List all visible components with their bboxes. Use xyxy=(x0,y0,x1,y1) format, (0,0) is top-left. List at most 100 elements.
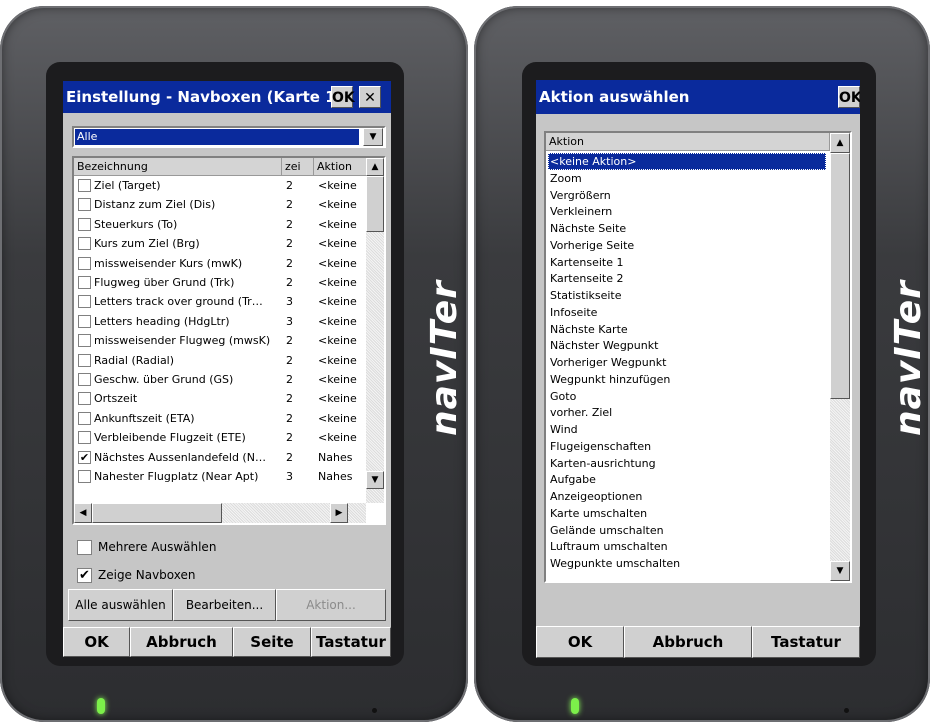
row-zei: 2 xyxy=(286,217,293,231)
table-row[interactable]: Letters heading (HdgLtr) 3 <keine xyxy=(74,312,366,331)
list-item[interactable]: Gelände umschalten xyxy=(548,522,826,539)
list-item[interactable]: Statistikseite xyxy=(548,287,826,304)
scroll-down-icon[interactable]: ▼ xyxy=(366,471,384,489)
row-checkbox[interactable] xyxy=(78,334,91,348)
list-item[interactable]: Wind xyxy=(548,421,826,438)
cancel-button[interactable]: Abbruch xyxy=(624,626,752,658)
list-item[interactable]: Infoseite xyxy=(548,304,826,321)
cancel-button[interactable]: Abbruch xyxy=(130,627,233,657)
horizontal-scroll-thumb[interactable] xyxy=(92,503,222,523)
row-checkbox[interactable] xyxy=(78,276,91,289)
table-row[interactable]: Steuerkurs (To) 2 <keine xyxy=(74,215,366,234)
show-navboxes-box[interactable]: ✔ xyxy=(77,568,92,583)
list-item[interactable]: <keine Aktion> xyxy=(548,153,826,170)
list-horizontal-scrollbar[interactable]: ◀ ▶ xyxy=(74,503,366,523)
list-item[interactable]: Wegpunkt hinzufügen xyxy=(548,371,826,388)
row-checkbox[interactable] xyxy=(78,237,91,251)
ok-button[interactable]: OK xyxy=(536,626,624,658)
list-item[interactable]: Verkleinern xyxy=(548,203,826,220)
list-item[interactable]: Kartenseite 2 xyxy=(548,270,826,287)
show-navboxes-checkbox[interactable]: ✔ Zeige Navboxen xyxy=(75,565,275,587)
action-button[interactable]: Aktion... xyxy=(276,589,386,621)
scroll-thumb[interactable] xyxy=(830,153,850,399)
list-vertical-scrollbar[interactable]: ▲ ▼ xyxy=(830,133,850,581)
list-item[interactable]: Goto xyxy=(548,388,826,405)
list-item[interactable]: Kartenseite 1 xyxy=(548,254,826,271)
titlebar-ok-button[interactable]: OK xyxy=(838,86,860,108)
table-row[interactable]: Kurs zum Ziel (Brg) 2 <keine xyxy=(74,234,366,253)
dropdown-arrow-icon[interactable]: ▼ xyxy=(363,128,383,146)
row-checkbox[interactable] xyxy=(78,295,91,309)
row-checkbox[interactable] xyxy=(78,314,91,328)
column-header-zei[interactable]: zei xyxy=(282,158,314,176)
power-led xyxy=(571,698,579,714)
action-list[interactable]: Aktion <keine Aktion> Zoom Vergrößern Verkl… xyxy=(544,131,852,583)
table-row[interactable]: missweisender Flugweg (mwsK) 2 <keine xyxy=(74,331,366,350)
row-zei: 2 xyxy=(286,392,293,406)
list-item[interactable]: Luftraum umschalten xyxy=(548,538,826,555)
table-row[interactable]: ✔ Nächstes Aussenlandefeld (N… 2 Nahes xyxy=(74,448,366,467)
column-header-aktion[interactable]: Aktion xyxy=(314,158,366,176)
multi-select-checkbox[interactable]: Mehrere Auswählen xyxy=(75,537,275,559)
list-item[interactable]: Vorherige Seite xyxy=(548,237,826,254)
table-row[interactable]: Distanz zum Ziel (Dis) 2 <keine xyxy=(74,195,366,214)
column-header-aktion[interactable]: Aktion xyxy=(546,133,830,151)
row-checkbox[interactable] xyxy=(78,217,91,231)
table-row[interactable]: Ziel (Target) 2 <keine xyxy=(74,176,366,195)
edit-button[interactable]: Bearbeiten... xyxy=(173,589,276,621)
row-checkbox[interactable] xyxy=(78,179,91,192)
scroll-thumb[interactable] xyxy=(366,176,384,232)
row-checkbox[interactable] xyxy=(78,470,91,483)
row-checkbox[interactable] xyxy=(78,373,91,386)
table-row[interactable]: Flugweg über Grund (Trk) 2 <keine xyxy=(74,273,366,292)
multi-select-box[interactable] xyxy=(77,540,92,555)
row-checkbox[interactable] xyxy=(78,198,91,212)
close-icon[interactable]: ✕ xyxy=(359,86,381,108)
titlebar-ok-button[interactable]: OK xyxy=(331,86,355,108)
list-item[interactable]: Flugeigenschaften xyxy=(548,438,826,455)
row-checkbox[interactable] xyxy=(78,256,91,270)
list-item[interactable]: Nächste Seite xyxy=(548,220,826,237)
keyboard-button[interactable]: Tastatur xyxy=(311,627,391,657)
row-checkbox[interactable]: ✔ xyxy=(78,450,91,464)
table-row[interactable]: Verbleibende Flugzeit (ETE) 2 <keine xyxy=(74,428,366,447)
list-item[interactable]: Karte umschalten xyxy=(548,505,826,522)
list-item[interactable]: Anzeigeoptionen xyxy=(548,488,826,505)
list-item[interactable]: Nächster Wegpunkt xyxy=(548,337,826,354)
row-checkbox[interactable] xyxy=(78,353,91,367)
scroll-right-icon[interactable]: ▶ xyxy=(330,503,348,523)
row-aktion: <keine xyxy=(318,276,357,289)
table-row[interactable]: Letters track over ground (Tr… 3 <keine xyxy=(74,292,366,311)
list-item[interactable]: vorher. Ziel xyxy=(548,404,826,421)
list-item[interactable]: Vorheriger Wegpunkt xyxy=(548,354,826,371)
navbox-list[interactable]: Bezeichnung zei Aktion Ziel (Target) 2 <ke… xyxy=(72,156,386,525)
row-checkbox[interactable] xyxy=(78,411,91,425)
page-button[interactable]: Seite xyxy=(233,627,311,657)
select-all-button[interactable]: Alle auswählen xyxy=(68,589,173,621)
scroll-up-icon[interactable]: ▲ xyxy=(830,133,850,153)
column-header-bezeichnung[interactable]: Bezeichnung xyxy=(74,158,282,176)
table-row[interactable]: missweisender Kurs (mwK) 2 <keine xyxy=(74,254,366,273)
list-item[interactable]: Zoom xyxy=(548,170,826,187)
list-item[interactable]: Nächste Karte xyxy=(548,321,826,338)
ok-button[interactable]: OK xyxy=(63,627,130,657)
table-row[interactable]: Geschw. über Grund (GS) 2 <keine xyxy=(74,370,366,389)
row-checkbox[interactable] xyxy=(78,431,91,445)
list-item[interactable]: Aufgabe xyxy=(548,471,826,488)
table-row[interactable]: Radial (Radial) 2 <keine xyxy=(74,351,366,370)
table-row[interactable]: Nahester Flugplatz (Near Apt) 3 Nahes xyxy=(74,467,366,486)
scroll-up-icon[interactable]: ▲ xyxy=(366,158,384,176)
microphone-hole xyxy=(844,708,849,713)
row-label: missweisender Kurs (mwK) xyxy=(94,256,243,270)
scroll-down-icon[interactable]: ▼ xyxy=(830,561,850,581)
row-checkbox[interactable] xyxy=(78,392,91,406)
list-vertical-scrollbar[interactable]: ▲ ▼ xyxy=(366,158,384,503)
keyboard-button[interactable]: Tastatur xyxy=(752,626,860,658)
table-row[interactable]: Ortszeit 2 <keine xyxy=(74,389,366,408)
list-item[interactable]: Vergrößern xyxy=(548,187,826,204)
scroll-left-icon[interactable]: ◀ xyxy=(74,503,92,523)
table-row[interactable]: Ankunftszeit (ETA) 2 <keine xyxy=(74,409,366,428)
list-item[interactable]: Karten-ausrichtung xyxy=(548,455,826,472)
list-item[interactable]: Wegpunkte umschalten xyxy=(548,555,826,572)
filter-dropdown[interactable]: Alle ▼ xyxy=(72,126,386,148)
